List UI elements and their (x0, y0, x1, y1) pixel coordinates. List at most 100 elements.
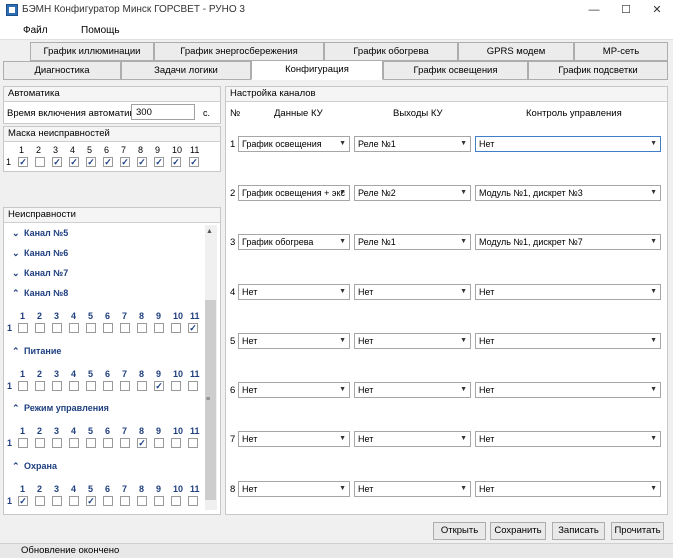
faults-checkbox[interactable] (86, 381, 96, 391)
faults-checkbox[interactable] (103, 438, 113, 448)
faults-checkbox[interactable] (171, 381, 181, 391)
fault-mask-checkbox[interactable] (103, 157, 113, 167)
automation-time-input[interactable] (131, 104, 195, 120)
faults-checkbox[interactable] (171, 323, 181, 333)
outputs-ku-select[interactable]: Нет ▼ (354, 333, 471, 349)
faults-checkbox[interactable] (86, 323, 96, 333)
faults-checkbox[interactable] (52, 323, 62, 333)
control-select[interactable]: Нет ▼ (475, 431, 661, 447)
data-ku-select[interactable]: Нет ▼ (238, 481, 350, 497)
tab-logic-tasks[interactable]: Задачи логики (121, 61, 251, 80)
faults-checkbox[interactable] (18, 438, 28, 448)
control-select[interactable]: Модуль №1, дискрет №3 ▼ (475, 185, 661, 201)
outputs-ku-select[interactable]: Нет ▼ (354, 481, 471, 497)
data-ku-select[interactable]: График освещения ▼ (238, 136, 350, 152)
faults-section-expanded[interactable]: ⌃ Канал №8 (12, 288, 68, 299)
faults-section-collapsed[interactable]: ⌄ Канал №6 (12, 248, 68, 259)
faults-section-expanded[interactable]: ⌃ Режим управления (12, 403, 109, 414)
fault-mask-checkbox[interactable] (154, 157, 164, 167)
faults-checkbox[interactable] (69, 381, 79, 391)
data-ku-select[interactable]: Нет ▼ (238, 284, 350, 300)
fault-mask-checkbox[interactable] (171, 157, 181, 167)
faults-checkbox[interactable] (52, 438, 62, 448)
fault-mask-checkbox[interactable] (137, 157, 147, 167)
faults-section-collapsed[interactable]: ⌄ Канал №5 (12, 228, 68, 239)
maximize-icon[interactable]: ☐ (610, 0, 642, 20)
menu-file[interactable]: Файл (23, 25, 48, 36)
outputs-ku-select[interactable]: Реле №2 ▼ (354, 185, 471, 201)
tab-illumination-schedule[interactable]: График иллюминации (30, 42, 154, 61)
control-select[interactable]: Нет ▼ (475, 333, 661, 349)
faults-section-collapsed[interactable]: ⌄ Канал №7 (12, 268, 68, 279)
faults-checkbox[interactable] (154, 496, 164, 506)
faults-checkbox[interactable] (137, 496, 147, 506)
faults-checkbox[interactable] (120, 438, 130, 448)
tab-backlight-schedule[interactable]: График подсветки (528, 61, 668, 80)
outputs-ku-select[interactable]: Нет ▼ (354, 382, 471, 398)
faults-checkbox[interactable] (35, 381, 45, 391)
write-button[interactable]: Записать (552, 522, 605, 540)
control-select[interactable]: Нет ▼ (475, 136, 661, 152)
menu-help[interactable]: Помощь (81, 25, 120, 36)
data-ku-select[interactable]: График освещения + экс ▼ (238, 185, 350, 201)
faults-checkbox[interactable] (69, 323, 79, 333)
faults-checkbox[interactable] (69, 438, 79, 448)
fault-mask-checkbox[interactable] (18, 157, 28, 167)
data-ku-select[interactable]: Нет ▼ (238, 333, 350, 349)
faults-checkbox[interactable] (86, 496, 96, 506)
fault-mask-checkbox[interactable] (35, 157, 45, 167)
tab-diagnostics[interactable]: Диагностика (3, 61, 121, 80)
faults-checkbox[interactable] (120, 381, 130, 391)
control-select[interactable]: Нет ▼ (475, 284, 661, 300)
faults-checkbox[interactable] (188, 438, 198, 448)
control-select[interactable]: Нет ▼ (475, 481, 661, 497)
faults-checkbox[interactable] (188, 381, 198, 391)
close-icon[interactable]: ✕ (641, 0, 673, 20)
faults-checkbox[interactable] (154, 438, 164, 448)
faults-checkbox[interactable] (137, 323, 147, 333)
faults-checkbox[interactable] (52, 381, 62, 391)
outputs-ku-select[interactable]: Нет ▼ (354, 284, 471, 300)
minimize-icon[interactable]: — (578, 0, 610, 20)
faults-checkbox[interactable] (103, 381, 113, 391)
save-button[interactable]: Сохранить (490, 522, 546, 540)
data-ku-select[interactable]: Нет ▼ (238, 431, 350, 447)
faults-checkbox[interactable] (18, 381, 28, 391)
faults-checkbox[interactable] (18, 496, 28, 506)
faults-checkbox[interactable] (137, 438, 147, 448)
fault-mask-checkbox[interactable] (69, 157, 79, 167)
tab-lighting-schedule[interactable]: График освещения (383, 61, 528, 80)
fault-mask-checkbox[interactable] (52, 157, 62, 167)
faults-checkbox[interactable] (188, 496, 198, 506)
faults-checkbox[interactable] (188, 323, 198, 333)
faults-checkbox[interactable] (86, 438, 96, 448)
faults-checkbox[interactable] (120, 323, 130, 333)
control-select[interactable]: Нет ▼ (475, 382, 661, 398)
tab-heating-schedule[interactable]: График обогрева (324, 42, 458, 61)
faults-section-expanded[interactable]: ⌃ Питание (12, 346, 61, 357)
faults-checkbox[interactable] (35, 496, 45, 506)
open-button[interactable]: Открыть (433, 522, 486, 540)
faults-checkbox[interactable] (154, 323, 164, 333)
faults-checkbox[interactable] (154, 381, 164, 391)
fault-mask-checkbox[interactable] (120, 157, 130, 167)
outputs-ku-select[interactable]: Нет ▼ (354, 431, 471, 447)
outputs-ku-select[interactable]: Реле №1 ▼ (354, 136, 471, 152)
read-button[interactable]: Прочитать (611, 522, 664, 540)
tab-energy-saving-schedule[interactable]: График энергосбережения (154, 42, 324, 61)
fault-mask-checkbox[interactable] (86, 157, 96, 167)
faults-checkbox[interactable] (35, 438, 45, 448)
faults-section-expanded[interactable]: ⌃ Охрана (12, 461, 57, 472)
faults-checkbox[interactable] (103, 323, 113, 333)
outputs-ku-select[interactable]: Реле №1 ▼ (354, 234, 471, 250)
tab-gprs-modem[interactable]: GPRS модем (458, 42, 574, 61)
data-ku-select[interactable]: График обогрева ▼ (238, 234, 350, 250)
control-select[interactable]: Модуль №1, дискрет №7 ▼ (475, 234, 661, 250)
scroll-up-icon[interactable]: ▲ (206, 228, 213, 235)
faults-checkbox[interactable] (103, 496, 113, 506)
data-ku-select[interactable]: Нет ▼ (238, 382, 350, 398)
tab-configuration[interactable]: Конфигурация (251, 60, 383, 80)
fault-mask-checkbox[interactable] (189, 157, 199, 167)
faults-checkbox[interactable] (35, 323, 45, 333)
faults-checkbox[interactable] (171, 438, 181, 448)
